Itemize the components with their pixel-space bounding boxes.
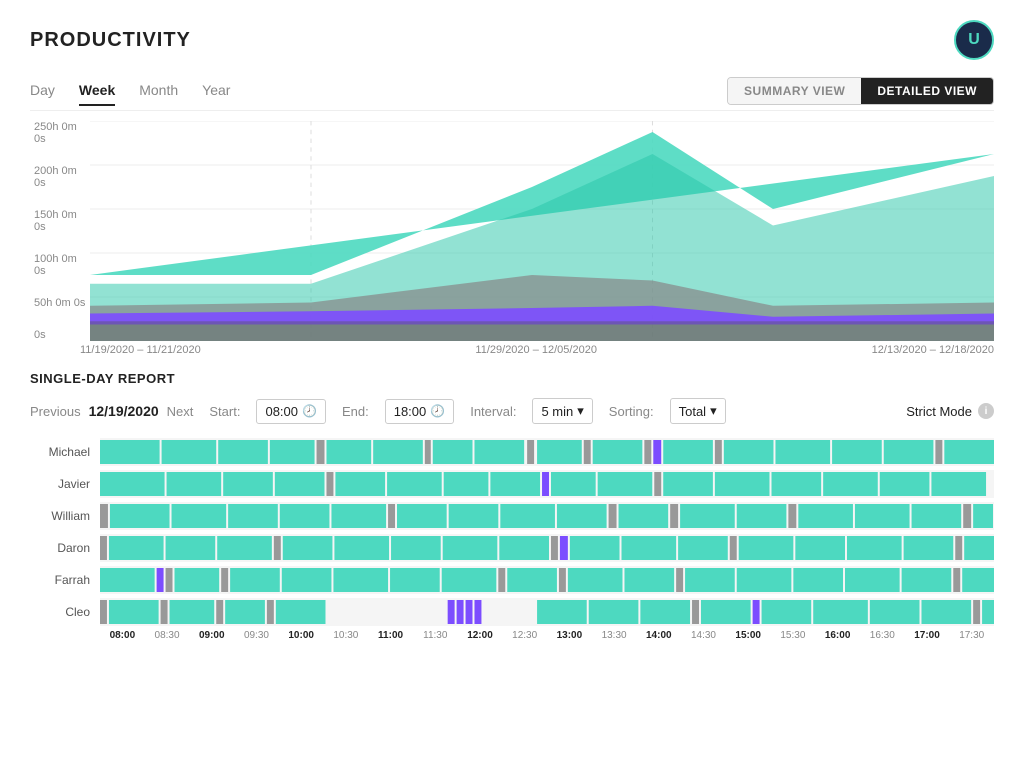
y-label-0: 0s — [34, 329, 86, 341]
gantt-label-michael: Michael — [30, 445, 100, 459]
x-label-1230: 12:30 — [502, 630, 547, 641]
gantt-bar-william — [100, 502, 994, 530]
y-label-150: 150h 0m 0s — [34, 209, 86, 233]
gantt-bar-cleo — [100, 598, 994, 626]
gantt-row-cleo: Cleo — [30, 598, 994, 626]
x-label-0930: 09:30 — [234, 630, 279, 641]
gantt-label-farrah: Farrah — [30, 573, 100, 587]
next-button[interactable]: Next — [167, 404, 194, 419]
tab-week[interactable]: Week — [79, 76, 115, 106]
x-label-0830: 08:30 — [145, 630, 190, 641]
avatar: U — [954, 20, 994, 60]
sorting-value: Total — [679, 404, 706, 419]
previous-button[interactable]: Previous — [30, 404, 81, 419]
detailed-view-button[interactable]: DETAILED VIEW — [861, 78, 993, 104]
start-time-value: 08:00 — [265, 404, 298, 419]
x-label-3: 12/13/2020 – 12/18/2020 — [872, 344, 994, 356]
tab-group: Day Week Month Year — [30, 76, 230, 106]
y-label-50: 50h 0m 0s — [34, 297, 86, 309]
gantt-label-william: William — [30, 509, 100, 523]
productivity-chart: 250h 0m 0s 200h 0m 0s 150h 0m 0s 100h 0m… — [30, 121, 994, 361]
x-label-1: 11/19/2020 – 11/21/2020 — [80, 344, 201, 356]
strict-mode-label: Strict Mode — [906, 404, 972, 419]
chart-x-axis: 11/19/2020 – 11/21/2020 11/29/2020 – 12/… — [30, 344, 994, 356]
gantt-bar-daron — [100, 534, 994, 562]
sorting-label: Sorting: — [609, 404, 654, 419]
x-label-0900: 09:00 — [189, 630, 234, 641]
x-label-1430: 14:30 — [681, 630, 726, 641]
end-clock-icon: 🕗 — [430, 404, 445, 418]
strict-mode-control: Strict Mode i — [906, 403, 994, 419]
x-label-1300: 13:00 — [547, 630, 592, 641]
x-label-1630: 16:30 — [860, 630, 905, 641]
gantt-bar-javier — [100, 470, 994, 498]
x-label-1030: 10:30 — [324, 630, 369, 641]
gantt-x-axis: 08:00 08:30 09:00 09:30 10:00 10:30 11:0… — [30, 630, 994, 641]
y-label-250: 250h 0m 0s — [34, 121, 86, 145]
controls-row: Previous 12/19/2020 Next Start: 08:00 🕗 … — [30, 398, 994, 424]
sorting-chevron-icon: ▾ — [710, 403, 717, 419]
gantt-label-daron: Daron — [30, 541, 100, 555]
x-label-1600: 16:00 — [815, 630, 860, 641]
interval-select[interactable]: 5 min ▾ — [532, 398, 592, 424]
tab-month[interactable]: Month — [139, 76, 178, 106]
chart-y-axis: 250h 0m 0s 200h 0m 0s 150h 0m 0s 100h 0m… — [30, 121, 90, 341]
single-day-section-title: SINGLE-DAY REPORT — [30, 371, 994, 386]
end-time-input[interactable]: 18:00 🕗 — [385, 399, 455, 424]
strict-mode-info-icon[interactable]: i — [978, 403, 994, 419]
current-date: 12/19/2020 — [89, 403, 159, 419]
end-time-value: 18:00 — [394, 404, 427, 419]
date-navigation: Previous 12/19/2020 Next — [30, 403, 193, 419]
x-label-1700: 17:00 — [905, 630, 950, 641]
gantt-row-farrah: Farrah — [30, 566, 994, 594]
x-label-2: 11/29/2020 – 12/05/2020 — [475, 344, 597, 356]
view-toggle: SUMMARY VIEW DETAILED VIEW — [727, 77, 994, 105]
gantt-bar-michael — [100, 438, 994, 466]
x-label-1730: 17:30 — [949, 630, 994, 641]
x-label-1000: 10:00 — [279, 630, 324, 641]
x-label-1330: 13:30 — [592, 630, 637, 641]
start-time-input[interactable]: 08:00 🕗 — [256, 399, 326, 424]
start-clock-icon: 🕗 — [302, 404, 317, 418]
gantt-row-javier: Javier — [30, 470, 994, 498]
x-label-1130: 11:30 — [413, 630, 458, 641]
gantt-chart: Michael — [30, 438, 994, 641]
interval-label: Interval: — [470, 404, 516, 419]
y-label-100: 100h 0m 0s — [34, 253, 86, 277]
tab-day[interactable]: Day — [30, 76, 55, 106]
x-label-1100: 11:00 — [368, 630, 413, 641]
end-label: End: — [342, 404, 369, 419]
interval-chevron-icon: ▾ — [577, 403, 584, 419]
x-label-1200: 12:00 — [458, 630, 503, 641]
x-label-1530: 15:30 — [771, 630, 816, 641]
summary-view-button[interactable]: SUMMARY VIEW — [728, 78, 861, 104]
gantt-row-daron: Daron — [30, 534, 994, 562]
x-label-1400: 14:00 — [636, 630, 681, 641]
gantt-row-michael: Michael — [30, 438, 994, 466]
y-label-200: 200h 0m 0s — [34, 165, 86, 189]
page-title: PRODUCTIVITY — [30, 29, 191, 52]
interval-value: 5 min — [541, 404, 573, 419]
gantt-label-javier: Javier — [30, 477, 100, 491]
tab-year[interactable]: Year — [202, 76, 230, 106]
x-label-1500: 15:00 — [726, 630, 771, 641]
gantt-label-cleo: Cleo — [30, 605, 100, 619]
start-label: Start: — [209, 404, 240, 419]
gantt-row-william: William — [30, 502, 994, 530]
x-label-0800: 08:00 — [100, 630, 145, 641]
sorting-select[interactable]: Total ▾ — [670, 398, 726, 424]
chart-svg — [90, 121, 994, 341]
gantt-bar-farrah — [100, 566, 994, 594]
